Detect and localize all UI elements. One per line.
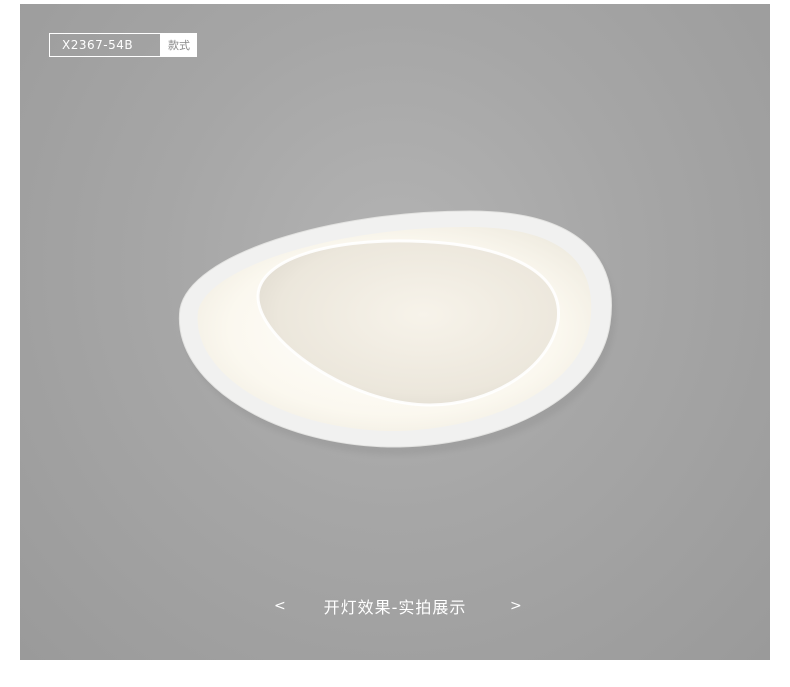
model-label: 款式: [161, 33, 197, 57]
product-photo: X2367-54B 款式 < 开灯效果-实拍展示 >: [20, 4, 770, 660]
prev-arrow-icon[interactable]: <: [268, 598, 292, 614]
gallery-caption: 开灯效果-实拍展示: [323, 598, 467, 617]
model-tag: X2367-54B 款式: [49, 33, 197, 57]
ceiling-lamp-image: [178, 210, 616, 456]
next-arrow-icon[interactable]: >: [504, 598, 528, 614]
model-code: X2367-54B: [49, 33, 161, 57]
gallery-caption-bar: < 开灯效果-实拍展示 >: [20, 594, 770, 618]
